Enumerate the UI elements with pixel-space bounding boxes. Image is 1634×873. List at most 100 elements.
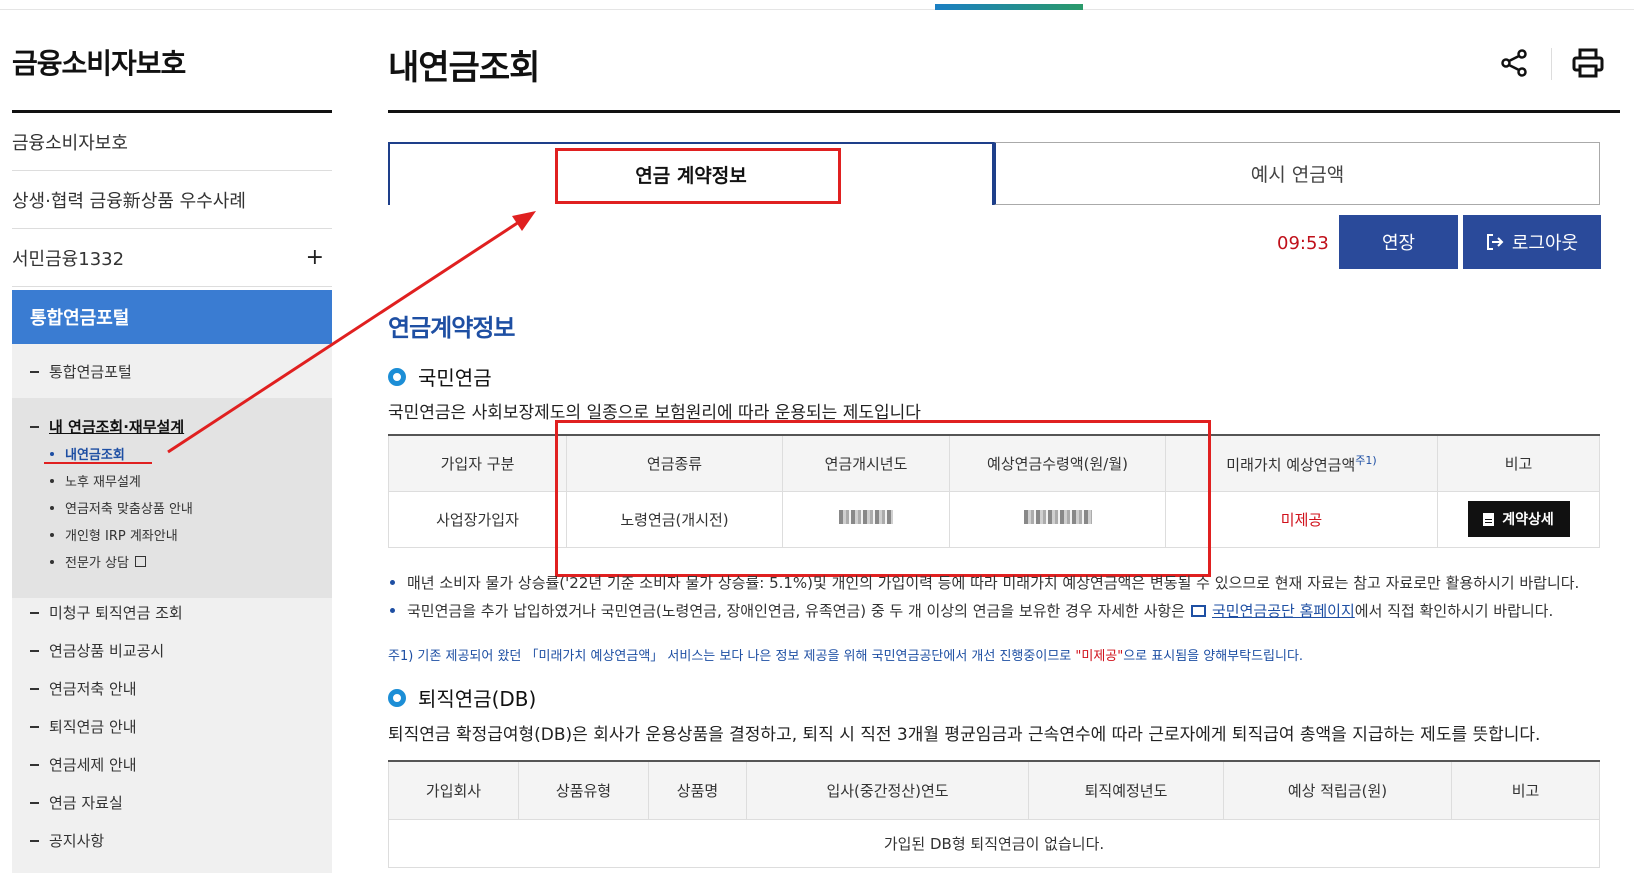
extend-button[interactable]: 연장 bbox=[1339, 215, 1458, 269]
sidebar-item-best-practices[interactable]: 상생·협력 금융新상품 우수사례 bbox=[12, 171, 332, 229]
dash-icon bbox=[30, 725, 39, 728]
sidebar-leaf-expert[interactable]: 전문가 상담 bbox=[50, 552, 146, 571]
heading-label: 퇴직연금(DB) bbox=[418, 687, 537, 711]
annotation-underline bbox=[44, 462, 152, 464]
annotation-box-table bbox=[555, 420, 1211, 577]
column-header-label: 미래가치 예상연금액 bbox=[1226, 455, 1356, 474]
column-header: 상품유형 bbox=[518, 760, 649, 820]
bullet-icon bbox=[390, 608, 395, 613]
heading-label: 국민연금 bbox=[418, 366, 492, 390]
sidebar-item-pension-portal[interactable]: 통합연금포털 bbox=[12, 290, 332, 344]
ring-bullet-icon bbox=[388, 688, 406, 707]
sidebar-leaf-label: 연금저축 맞춤상품 안내 bbox=[65, 502, 193, 517]
sidebar-item-1332[interactable]: 서민금융1332 + bbox=[12, 229, 332, 287]
column-header: 퇴직예정년도 bbox=[1028, 760, 1224, 820]
sidebar-leaf-irp[interactable]: 개인형 IRP 계좌안내 bbox=[50, 525, 178, 544]
sidebar-leaf-label: 개인형 IRP 계좌안내 bbox=[65, 529, 178, 544]
sidebar-leaf-label: 전문가 상담 bbox=[65, 556, 129, 571]
tab-sample-amount[interactable]: 예시 연금액 bbox=[994, 142, 1600, 205]
nps-homepage-link[interactable]: 국민연금공단 홈페이지 bbox=[1212, 600, 1355, 621]
new-window-icon bbox=[1191, 604, 1206, 617]
annotation-box-tab bbox=[555, 148, 841, 204]
info-bullet: 국민연금을 추가 납입하였거나 국민연금(노령연금, 장애인연금, 유족연금) … bbox=[390, 600, 1553, 621]
info-bullet: 매년 소비자 물가 상승률('22년 기준 소비자 물가 상승률: 5.1%)및… bbox=[390, 572, 1579, 593]
sidebar-sub-portal[interactable]: 통합연금포털 bbox=[30, 361, 132, 382]
sidebar-item-label: 상생·협력 금융新상품 우수사례 bbox=[12, 190, 246, 212]
contract-detail-button[interactable]: 계약상세 bbox=[1467, 501, 1570, 537]
sidebar-sub-label: 공지사항 bbox=[49, 832, 105, 850]
column-header: 비고 bbox=[1437, 434, 1600, 492]
dash-icon bbox=[30, 763, 39, 766]
tab-label: 예시 연금액 bbox=[1250, 164, 1345, 186]
sidebar-sub-label: 연금세제 안내 bbox=[49, 756, 137, 774]
national-pension-heading: 국민연금 bbox=[388, 362, 492, 391]
logout-icon bbox=[1486, 234, 1504, 250]
sidebar-sub-retirement[interactable]: 퇴직연금 안내 bbox=[30, 716, 137, 737]
table-row: 가입된 DB형 퇴직연금이 없습니다. bbox=[388, 818, 1600, 868]
sidebar-sub-unclaimed[interactable]: 미청구 퇴직연금 조회 bbox=[30, 602, 183, 623]
sidebar-leaf-my-pension-inquiry[interactable]: 내연금조회 bbox=[50, 444, 125, 463]
column-header: 가입자 구분 bbox=[388, 434, 567, 492]
bullet-icon bbox=[50, 478, 54, 483]
sidebar-leaf-label: 내연금조회 bbox=[65, 448, 125, 463]
top-accent-bar bbox=[935, 4, 1083, 10]
retirement-pension-desc: 퇴직연금 확정급여형(DB)은 회사가 운용상품을 결정하고, 퇴직 시 직전 … bbox=[388, 725, 1541, 745]
sidebar-sub-label: 미청구 퇴직연금 조회 bbox=[49, 604, 183, 622]
sidebar-sub-savings[interactable]: 연금저축 안내 bbox=[30, 678, 137, 699]
footnote-text: 으로 표시됨을 양해부탁드립니다. bbox=[1123, 649, 1304, 664]
sidebar-sub-notice[interactable]: 공지사항 bbox=[30, 830, 104, 851]
share-icon[interactable] bbox=[1500, 48, 1528, 78]
footnote-ref: 주1) bbox=[1355, 453, 1377, 467]
session-timer: 09:53 bbox=[1277, 233, 1329, 254]
sidebar-sub-tax[interactable]: 연금세제 안내 bbox=[30, 754, 137, 775]
sidebar-sub-label: 연금저축 안내 bbox=[49, 680, 137, 698]
bullet-icon bbox=[50, 559, 54, 564]
logout-button[interactable]: 로그아웃 bbox=[1463, 215, 1601, 269]
sidebar-sub-label: 퇴직연금 안내 bbox=[49, 718, 137, 736]
sidebar-leaf-savings-products[interactable]: 연금저축 맞춤상품 안내 bbox=[50, 498, 193, 517]
sidebar-item-consumer-protection[interactable]: 금융소비자보호 bbox=[12, 113, 332, 171]
sidebar-leaf-label: 노후 재무설계 bbox=[65, 475, 141, 490]
page-title: 내연금조회 bbox=[388, 48, 540, 88]
column-header: 상품명 bbox=[648, 760, 747, 820]
footnote-highlight: "미제공" bbox=[1075, 649, 1124, 664]
sidebar-sub-label: 내 연금조회·재무설계 bbox=[49, 418, 185, 436]
external-link-icon bbox=[134, 556, 146, 567]
bullet-text: 국민연금을 추가 납입하였거나 국민연금(노령연금, 장애인연금, 유족연금) … bbox=[407, 602, 1185, 620]
dash-icon bbox=[30, 801, 39, 804]
sidebar-sub-my-pension[interactable]: 내 연금조회·재무설계 bbox=[30, 416, 184, 437]
column-header: 입사(중간정산)연도 bbox=[746, 760, 1029, 820]
bullet-icon bbox=[390, 580, 395, 585]
bullet-text-tail: 에서 직접 확인하시기 바랍니다. bbox=[1354, 602, 1554, 620]
dash-icon bbox=[30, 839, 39, 842]
bullet-icon bbox=[50, 532, 54, 537]
header-separator bbox=[1551, 48, 1552, 80]
extend-label: 연장 bbox=[1381, 233, 1416, 254]
title-divider bbox=[388, 110, 1620, 113]
plus-icon[interactable]: + bbox=[306, 245, 324, 270]
column-header: 예상 적립금(원) bbox=[1223, 760, 1452, 820]
footnote-text: 주1) 기존 제공되어 왔던 「미래가치 예상연금액」 서비스는 보다 나은 정… bbox=[388, 649, 1076, 664]
sidebar-sub-label: 통합연금포털 bbox=[49, 363, 132, 381]
dash-icon bbox=[30, 611, 39, 614]
column-header: 가입회사 bbox=[388, 760, 519, 820]
sidebar-leaf-retirement-plan[interactable]: 노후 재무설계 bbox=[50, 471, 141, 490]
bullet-icon bbox=[50, 505, 54, 510]
document-icon bbox=[1483, 512, 1495, 526]
sidebar-sub-compare[interactable]: 연금상품 비교공시 bbox=[30, 640, 164, 661]
print-icon[interactable] bbox=[1572, 48, 1604, 78]
table-header-row: 가입회사 상품유형 상품명 입사(중간정산)연도 퇴직예정년도 예상 적립금(원… bbox=[388, 760, 1600, 820]
column-header: 비고 bbox=[1451, 760, 1600, 820]
footnote: 주1) 기존 제공되어 왔던 「미래가치 예상연금액」 서비스는 보다 나은 정… bbox=[388, 645, 1303, 664]
dash-icon bbox=[30, 687, 39, 690]
bullet-text: 매년 소비자 물가 상승률('22년 기준 소비자 물가 상승률: 5.1%)및… bbox=[407, 574, 1580, 592]
sidebar-item-label: 서민금융1332 bbox=[12, 248, 125, 270]
sidebar-sub-label: 연금 자료실 bbox=[49, 794, 123, 812]
cell-action: 계약상세 bbox=[1437, 490, 1600, 548]
section-title: 연금계약정보 bbox=[388, 314, 515, 342]
sidebar-item-label: 금융소비자보호 bbox=[12, 132, 128, 154]
bullet-icon bbox=[50, 451, 54, 456]
dash-icon bbox=[30, 370, 39, 373]
cell-member-type: 사업장가입자 bbox=[388, 490, 567, 548]
sidebar-sub-library[interactable]: 연금 자료실 bbox=[30, 792, 123, 813]
